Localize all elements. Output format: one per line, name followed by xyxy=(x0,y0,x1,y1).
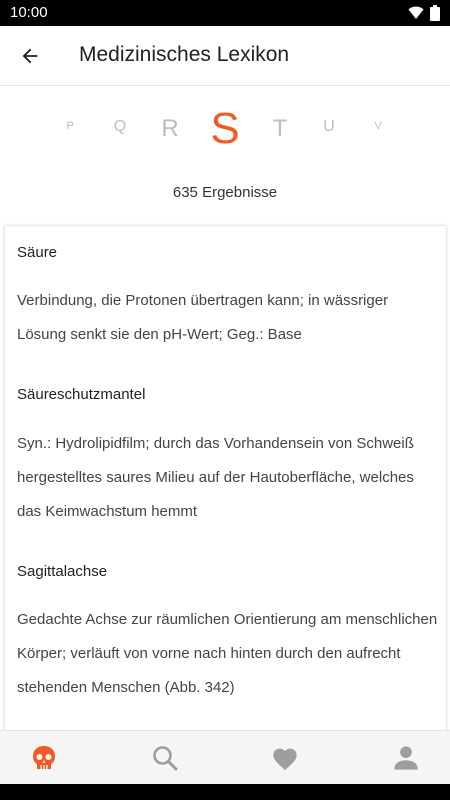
lexicon-list[interactable]: Säure Verbindung, die Protonen übertrage… xyxy=(5,226,446,731)
letter-q[interactable]: Q xyxy=(114,118,126,136)
search-icon xyxy=(153,746,178,771)
entry-term[interactable]: Säureschutzmantel xyxy=(17,386,145,403)
entry-definition: Syn.: Hydrolipidfilm; durch das Vorhande… xyxy=(17,435,414,520)
status-icons xyxy=(408,5,440,21)
app-bar: Medizinisches Lexikon xyxy=(0,26,450,86)
battery-icon xyxy=(430,5,440,21)
heart-icon xyxy=(273,748,297,771)
letter-picker[interactable]: P Q R S T U V xyxy=(0,86,450,178)
letter-r[interactable]: R xyxy=(161,115,178,143)
letter-t[interactable]: T xyxy=(273,115,288,143)
back-button[interactable] xyxy=(12,38,48,74)
result-count: 635 Ergebnisse xyxy=(172,184,278,201)
entry-definition: Gedachte Achse zur räumlichen Orientieru… xyxy=(17,611,438,696)
bottom-navigation xyxy=(0,730,450,784)
entry-term[interactable]: Sagittalachse xyxy=(17,563,107,580)
nav-search[interactable] xyxy=(135,731,195,785)
nav-favorites[interactable] xyxy=(255,731,315,785)
status-time: 10:00 xyxy=(10,4,48,21)
letter-p[interactable]: P xyxy=(66,120,73,132)
arrow-back-icon xyxy=(22,48,38,64)
skull-icon xyxy=(33,746,55,769)
nav-lexicon[interactable] xyxy=(14,731,74,785)
page-title: Medizinisches Lexikon xyxy=(79,43,290,66)
status-bar: 10:00 xyxy=(0,0,450,26)
entry-definition: Verbindung, die Protonen übertragen kann… xyxy=(17,292,389,343)
person-icon xyxy=(394,746,418,770)
letter-v[interactable]: V xyxy=(374,120,381,132)
system-navigation-bar xyxy=(0,784,450,800)
wifi-icon xyxy=(408,6,424,19)
nav-profile[interactable] xyxy=(376,731,436,785)
letter-u[interactable]: U xyxy=(323,118,335,136)
entry-term[interactable]: Säure xyxy=(17,244,57,261)
letter-s-selected[interactable]: S xyxy=(210,104,239,154)
